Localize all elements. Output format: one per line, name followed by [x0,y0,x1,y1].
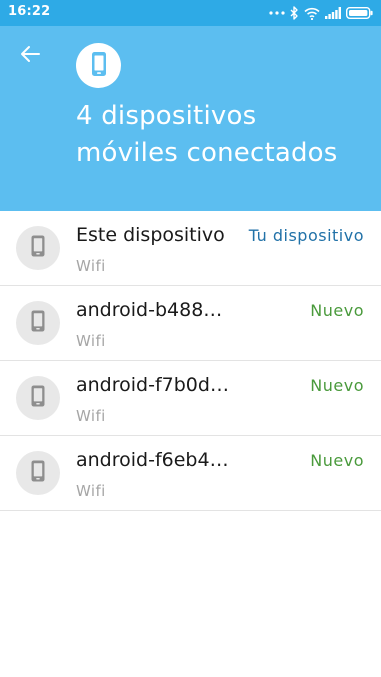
device-avatar [16,226,60,270]
device-list-item[interactable]: android-b488a7c2 Wifi Nuevo [0,286,381,361]
signal-icon [325,7,341,19]
device-name: android-b488a7c2 [76,299,232,321]
device-connection-type: Wifi [76,332,106,350]
smartphone-icon [31,235,45,261]
device-connection-type: Wifi [76,482,106,500]
device-name: Este dispositivo [76,224,225,246]
wifi-icon [304,7,320,20]
smartphone-icon [31,310,45,336]
back-button[interactable] [14,40,46,72]
device-status-tag: Nuevo [310,451,364,470]
bluetooth-icon [290,6,299,20]
header: 4 dispositivos móviles conectados [0,26,381,211]
device-list-item[interactable]: android-f6eb4c03 Wifi Nuevo [0,436,381,511]
arrow-left-icon [20,45,40,67]
status-time: 16:22 [8,4,51,19]
device-status-tag: Nuevo [310,301,364,320]
device-list-item[interactable]: Este dispositivo Wifi Tu dispositivo [0,211,381,286]
device-connection-type: Wifi [76,407,106,425]
device-name: android-f7b0d91e [76,374,232,396]
page-title: 4 dispositivos móviles conectados [76,101,338,168]
more-dots-icon [269,10,285,16]
device-name: android-f6eb4c03 [76,449,232,471]
header-device-badge [76,43,121,88]
status-bar: 16:22 [0,0,381,26]
status-icons [269,4,373,22]
smartphone-icon [31,460,45,486]
device-status-tag: Tu dispositivo [248,226,364,245]
device-status-tag: Nuevo [310,376,364,395]
battery-icon [346,7,373,19]
device-connection-type: Wifi [76,257,106,275]
device-list-item[interactable]: android-f7b0d91e Wifi Nuevo [0,361,381,436]
smartphone-icon [31,385,45,411]
device-avatar [16,301,60,345]
device-avatar [16,451,60,495]
device-list: Este dispositivo Wifi Tu dispositivo and… [0,211,381,511]
smartphone-icon [91,51,107,81]
device-avatar [16,376,60,420]
